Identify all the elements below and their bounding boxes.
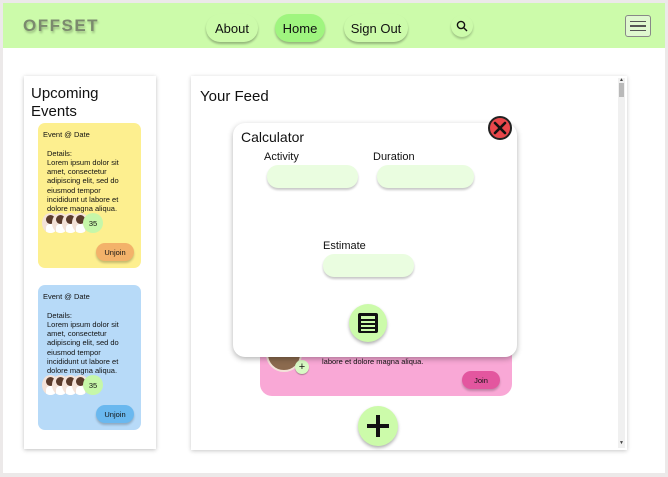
calculator-icon	[358, 313, 378, 333]
event-details-label: Details:	[47, 149, 73, 158]
estimate-field[interactable]	[323, 254, 414, 277]
hamburger-menu-icon	[630, 20, 646, 23]
scrollbar-thumb[interactable]	[619, 83, 624, 97]
upcoming-events-panel: Upcoming Events Event @ Date Details: Lo…	[24, 76, 156, 449]
app-frame: OFFSET About Home Sign Out Upcoming Even…	[3, 3, 665, 473]
brand-logo[interactable]: OFFSET	[23, 16, 99, 36]
event-date: Event @ Date	[43, 292, 90, 301]
menu-button[interactable]	[625, 15, 651, 37]
nav-sign-out[interactable]: Sign Out	[344, 14, 408, 42]
join-button[interactable]: Join	[462, 371, 500, 389]
unjoin-button[interactable]: Unjoin	[96, 405, 134, 423]
scroll-down-icon[interactable]: ▼	[619, 441, 624, 446]
event-details-label: Details:	[47, 311, 73, 320]
close-button[interactable]	[488, 116, 512, 140]
calculate-button[interactable]	[349, 304, 387, 342]
event-date: Event @ Date	[43, 130, 90, 139]
feed-scrollbar[interactable]: ▲ ▼	[618, 78, 625, 448]
top-navbar: OFFSET About Home Sign Out	[3, 3, 665, 48]
search-button[interactable]	[451, 15, 473, 37]
feed-title: Your Feed	[200, 88, 269, 105]
plus-icon	[367, 415, 389, 437]
calculator-modal: Calculator Activity Duration Estimate	[233, 116, 517, 357]
event-details: Lorem ipsum dolor sit amet, consectetur …	[47, 320, 119, 376]
attendee-count: 35	[83, 375, 103, 395]
close-icon	[493, 121, 507, 135]
attendee-count: 35	[83, 213, 103, 233]
event-card[interactable]: Event @ Date Details: Lorem ipsum dolor …	[38, 285, 141, 430]
add-post-button[interactable]	[358, 406, 398, 446]
event-details: Lorem ipsum dolor sit amet, consectetur …	[47, 158, 119, 214]
nav-home[interactable]: Home	[275, 14, 325, 42]
activity-field[interactable]	[267, 165, 358, 188]
duration-label: Duration	[373, 151, 415, 163]
activity-label: Activity	[264, 151, 299, 163]
unjoin-button[interactable]: Unjoin	[96, 243, 134, 261]
plus-icon[interactable]: +	[295, 360, 309, 374]
calculator-title: Calculator	[241, 129, 305, 145]
estimate-label: Estimate	[323, 240, 366, 252]
event-card[interactable]: Event @ Date Details: Lorem ipsum dolor …	[38, 123, 141, 268]
upcoming-events-title: Upcoming Events	[31, 85, 99, 120]
duration-field[interactable]	[377, 165, 474, 188]
search-icon	[456, 20, 468, 32]
nav-about[interactable]: About	[206, 14, 258, 42]
